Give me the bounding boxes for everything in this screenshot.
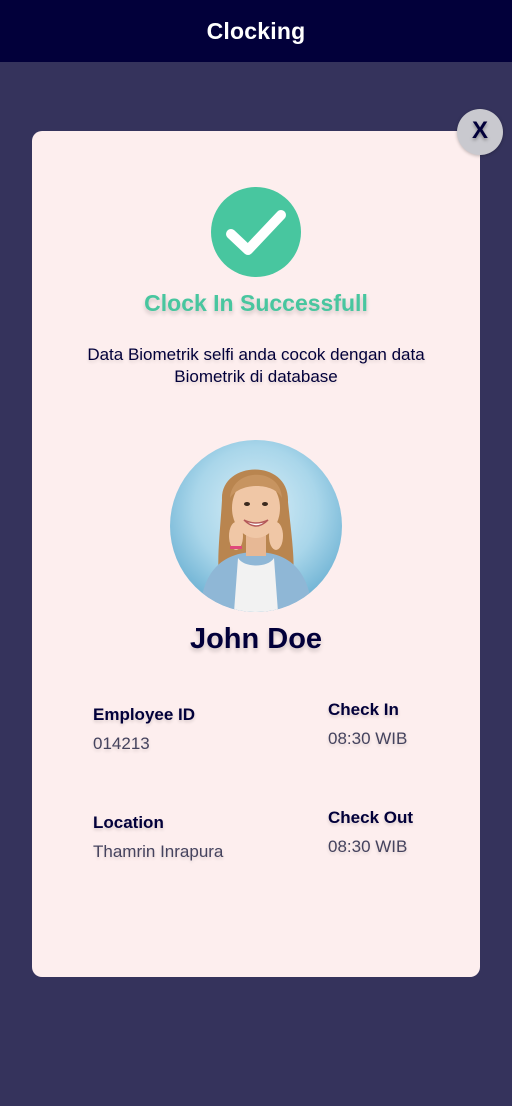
employee-name: John Doe [189,623,323,655]
location-label: Location [93,813,164,832]
employee-id-label: Employee ID [93,705,196,724]
check-in-label: Check In [328,700,399,719]
check-in-value: 08:30 WIB [328,729,408,748]
app-header: Clocking [0,0,512,62]
success-message: Data Biometrik selfi anda cocok dengan d… [87,345,425,386]
close-button[interactable]: X [457,109,503,155]
success-title: Clock In Successfull [144,290,368,316]
location-value: Thamrin Inrapura [93,842,224,861]
close-icon: X [471,117,488,144]
check-circle-icon [211,187,301,277]
employee-id-value: 014213 [93,734,150,753]
avatar [170,440,342,612]
check-out-label: Check Out [328,808,414,827]
page-title: Clocking [206,17,306,44]
check-out-value: 08:30 WIB [328,837,408,856]
